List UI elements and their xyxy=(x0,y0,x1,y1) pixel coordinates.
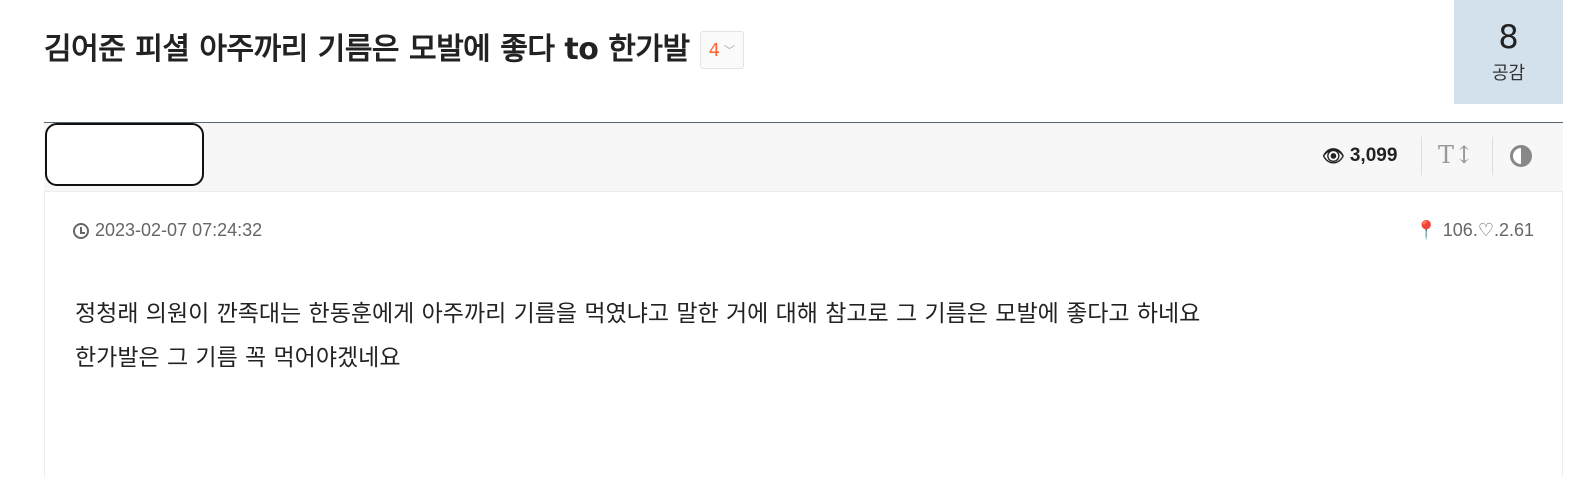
contrast-icon[interactable] xyxy=(1510,145,1532,167)
post-toolbar: 👁 3,099 T↕ xyxy=(44,122,1563,192)
comment-count: 4 xyxy=(708,39,721,61)
toolbar-divider xyxy=(1421,137,1422,175)
view-count: 👁 3,099 xyxy=(1322,145,1397,167)
map-pin-icon: 📍 xyxy=(1415,220,1438,240)
post-date-value: 2023-02-07 07:24:32 xyxy=(95,220,263,240)
text-size-icon[interactable]: T↕ xyxy=(1438,141,1474,169)
post-body: 정청래 의원이 깐족대는 한동훈에게 아주까리 기름을 먹였냐고 말한 거에 대… xyxy=(75,292,1200,380)
post-content: 2023-02-07 07:24:32 📍 106.♡.2.61 정청래 의원이… xyxy=(44,192,1563,477)
title-row: 김어준 피셜 아주까리 기름은 모발에 좋다 to 한가발 4 ﹀ xyxy=(44,30,745,70)
post-body-line: 정청래 의원이 깐족대는 한동훈에게 아주까리 기름을 먹였냐고 말한 거에 대… xyxy=(75,301,1201,327)
upvote-button[interactable]: 8 공감 xyxy=(1454,0,1563,104)
author-box[interactable] xyxy=(45,123,204,186)
view-count-value: 3,099 xyxy=(1349,145,1398,166)
eye-icon: 👁 xyxy=(1322,145,1345,166)
post-ip-value: 106.♡.2.61 xyxy=(1442,220,1534,240)
toolbar-divider xyxy=(1492,137,1493,175)
clock-icon xyxy=(73,222,89,239)
comment-count-button[interactable]: 4 ﹀ xyxy=(699,31,745,69)
post-body-line: 한가발은 그 기름 꼭 먹어야겠네요 xyxy=(75,345,401,371)
post-ip: 📍 106.♡.2.61 xyxy=(1415,220,1534,241)
upvote-count: 8 xyxy=(1498,18,1519,56)
post-title: 김어준 피셜 아주까리 기름은 모발에 좋다 to 한가발 xyxy=(44,32,690,67)
upvote-label: 공감 xyxy=(1491,63,1526,84)
post-page: 김어준 피셜 아주까리 기름은 모발에 좋다 to 한가발 4 ﹀ 8 공감 👁… xyxy=(0,0,1571,477)
chevron-down-icon: ﹀ xyxy=(724,44,736,57)
post-date: 2023-02-07 07:24:32 xyxy=(73,220,262,241)
